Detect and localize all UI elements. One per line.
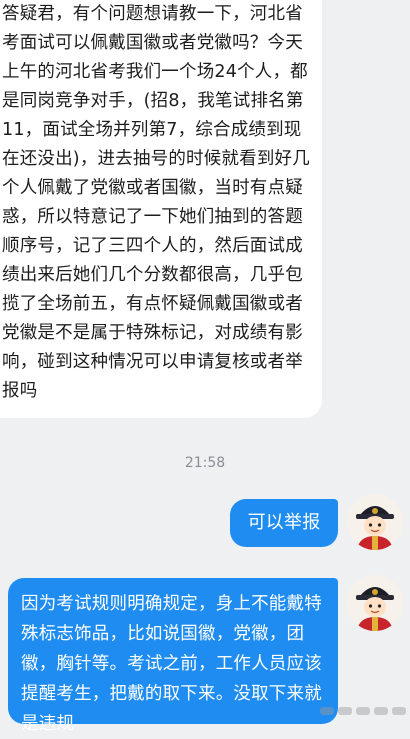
incoming-message-bubble: 答疑君，有个问题想请教一下，河北省考面试可以佩戴国徽或者党徽吗？今天上午的河北省… (0, 0, 322, 418)
message-timestamp: 21:58 (184, 455, 226, 471)
cartoon-official-avatar-icon (347, 575, 403, 631)
avatar[interactable] (347, 494, 403, 550)
outgoing-message-bubble-short: 可以举报 (230, 499, 338, 547)
blurred-watermark (318, 701, 408, 721)
outgoing-message-bubble-long: 因为考试规则明确规定，身上不能戴特殊标志饰品，比如说国徽，党徽，团徽，胸针等。考… (8, 578, 338, 734)
avatar[interactable] (347, 575, 403, 631)
cartoon-official-avatar-icon (347, 494, 403, 550)
